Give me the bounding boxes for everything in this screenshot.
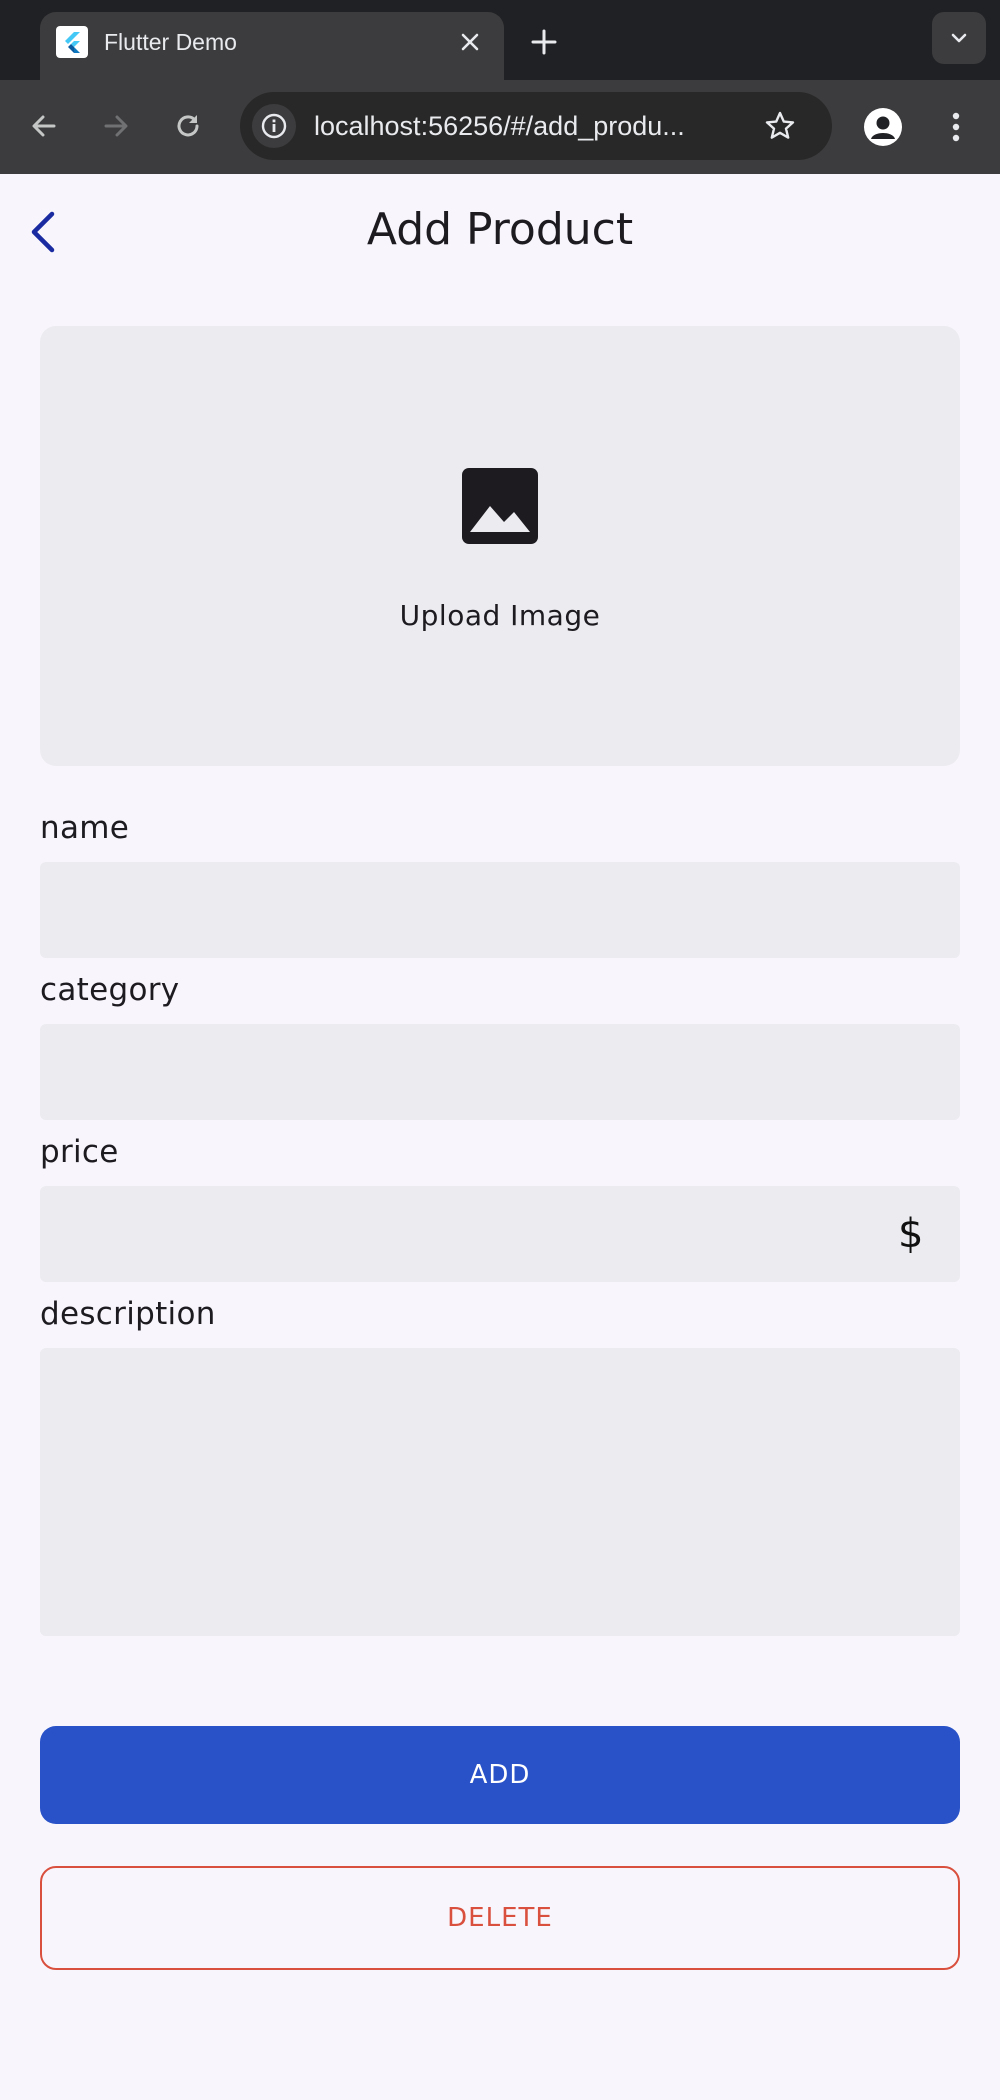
flutter-logo-icon bbox=[56, 26, 88, 58]
browser-tab[interactable]: Flutter Demo bbox=[40, 12, 504, 82]
price-field[interactable] bbox=[40, 1186, 960, 1282]
category-field[interactable] bbox=[40, 1024, 960, 1120]
profile-icon[interactable] bbox=[864, 108, 902, 146]
star-icon[interactable] bbox=[762, 108, 798, 144]
tab-title: Flutter Demo bbox=[104, 29, 237, 55]
name-field[interactable] bbox=[40, 862, 960, 958]
address-bar[interactable]: localhost:56256/#/add_produ... bbox=[240, 92, 832, 160]
forward-arrow-icon[interactable] bbox=[98, 108, 134, 144]
image-icon bbox=[460, 466, 540, 546]
delete-button[interactable]: DELETE bbox=[40, 1866, 960, 1970]
dollar-sign-icon: $ bbox=[898, 1211, 924, 1257]
app-bar: Add Product bbox=[0, 174, 1000, 286]
tab-search-button[interactable] bbox=[932, 12, 986, 64]
info-icon[interactable] bbox=[252, 104, 296, 148]
url-text: localhost:56256/#/add_produ... bbox=[314, 111, 685, 141]
chevron-down-icon bbox=[951, 33, 967, 43]
category-label: category bbox=[40, 972, 180, 1008]
browser-tab-strip: Flutter Demo bbox=[0, 0, 1000, 82]
add-button[interactable]: ADD bbox=[40, 1726, 960, 1824]
price-label: price bbox=[40, 1134, 119, 1170]
name-label: name bbox=[40, 810, 130, 846]
back-arrow-icon[interactable] bbox=[26, 108, 62, 144]
plus-icon[interactable] bbox=[526, 24, 562, 60]
description-label: description bbox=[40, 1296, 216, 1332]
close-icon[interactable] bbox=[454, 26, 486, 58]
reload-icon[interactable] bbox=[170, 108, 206, 144]
upload-image-label: Upload Image bbox=[399, 599, 601, 632]
page-title: Add Product bbox=[366, 204, 634, 255]
description-field[interactable] bbox=[40, 1348, 960, 1636]
upload-image-area[interactable]: Upload Image bbox=[40, 326, 960, 766]
kebab-menu-icon[interactable] bbox=[940, 108, 972, 146]
